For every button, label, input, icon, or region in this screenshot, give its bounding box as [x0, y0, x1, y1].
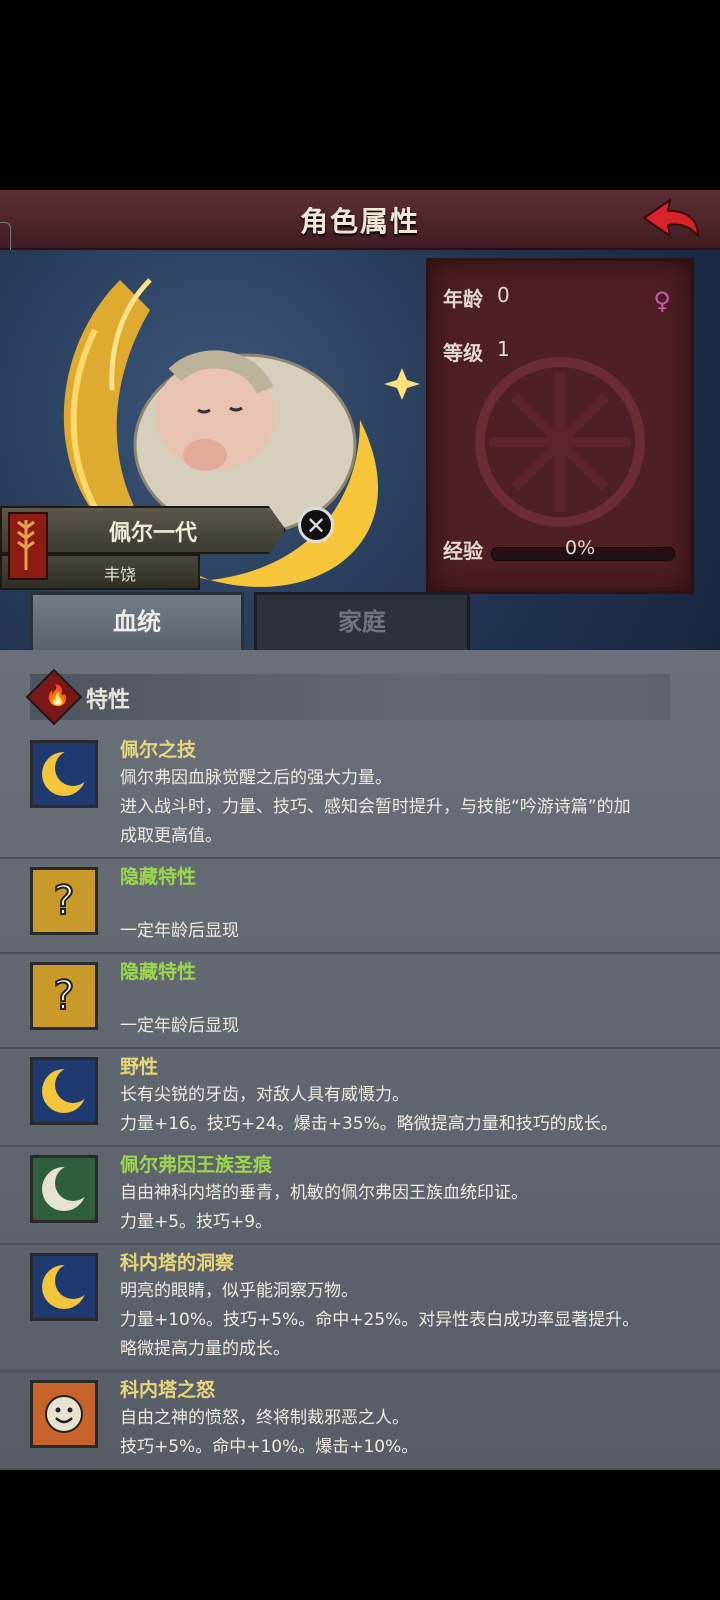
stats-panel: 年龄 0 ♀ 等级 1 经验 0%	[426, 258, 694, 594]
svg-text:?: ?	[53, 973, 74, 1019]
trait-row[interactable]: 科内塔的洞察明亮的眼睛，似乎能洞察万物。力量+10%。技巧+5%。命中+25%。…	[0, 1245, 720, 1372]
female-gender-icon: ♀	[653, 287, 671, 315]
trait-row[interactable]: 科内塔之怒自由之神的愤怒，终将制裁邪恶之人。 技巧+5%。命中+10%。爆击+10…	[0, 1372, 720, 1470]
trait-description: 明亮的眼睛，似乎能洞察万物。	[120, 1281, 358, 1301]
level-label: 等级	[443, 341, 483, 365]
celtic-knot-icon	[475, 357, 645, 527]
character-name: 佩尔一代	[108, 521, 197, 546]
smiley-sun-icon	[30, 1380, 98, 1448]
section-title: 特性	[86, 688, 131, 713]
moon-icon	[30, 740, 98, 808]
trait-name: 佩尔弗因王族圣痕	[120, 1154, 273, 1176]
trait-description: 进入战斗时，力量、技巧、感知会暂时提升，与技能“吟游诗篇”的加	[120, 797, 631, 817]
trait-description: 长有尖锐的牙齿，对敌人具有威慑力。	[120, 1085, 409, 1105]
trait-description: 略微提高力量的成长。	[120, 1339, 290, 1359]
exp-value: 0%	[565, 537, 596, 559]
tab-family[interactable]: 家庭	[254, 592, 470, 650]
trait-name: 隐藏特性	[120, 961, 197, 983]
question-icon: ?	[30, 867, 98, 935]
page-title: 角色属性	[299, 205, 420, 238]
character-title: 丰饶	[103, 565, 136, 584]
trait-description: 技巧+5%。命中+10%。爆击+10%。	[120, 1437, 419, 1457]
trait-name: 科内塔之怒	[120, 1379, 216, 1401]
top-bar: 角色属性	[0, 190, 720, 250]
tab-bar: 血统 家庭	[30, 592, 470, 650]
trait-list: 佩尔之技佩尔弗因血脉觉醒之后的强大力量。进入战斗时，力量、技巧、感知会暂时提升，…	[0, 732, 720, 1470]
wheat-crest-icon	[8, 512, 48, 580]
exp-label: 经验	[443, 539, 483, 563]
moon-icon	[30, 1253, 98, 1321]
close-button[interactable]: ✕	[298, 507, 334, 543]
trait-description: 力量+16。技巧+24。爆击+35%。略微提高力量和技巧的成长。	[120, 1114, 618, 1134]
level-value: 1	[497, 337, 510, 361]
trait-name: 野性	[120, 1056, 159, 1078]
trait-description: 力量+5。技巧+9。	[120, 1212, 273, 1232]
trait-name: 科内塔的洞察	[120, 1252, 235, 1274]
trait-name: 佩尔之技	[120, 739, 197, 761]
trait-description: 自由神科内塔的垂青，机敏的佩尔弗因王族血统印证。	[120, 1183, 528, 1203]
trait-description: 一定年龄后显现	[120, 921, 239, 941]
trait-description: 自由之神的愤怒，终将制裁邪恶之人。	[120, 1408, 409, 1428]
trait-row[interactable]: 野性长有尖锐的牙齿，对敌人具有威慑力。力量+16。技巧+24。爆击+35%。略微…	[0, 1049, 720, 1147]
trait-row[interactable]: 佩尔之技佩尔弗因血脉觉醒之后的强大力量。进入战斗时，力量、技巧、感知会暂时提升，…	[0, 732, 720, 859]
age-label: 年龄	[443, 287, 483, 311]
trait-description: 成取更高值。	[120, 826, 222, 846]
trait-description: 力量+10%。技巧+5%。命中+25%。对异性表白成功率显著提升。	[120, 1310, 640, 1330]
back-arrow-icon[interactable]	[640, 196, 702, 242]
svg-text:?: ?	[53, 878, 74, 924]
question-icon: ?	[30, 962, 98, 1030]
trait-row[interactable]: ? 隐藏特性一定年龄后显现	[0, 859, 720, 954]
trait-row[interactable]: 佩尔弗因王族圣痕自由神科内塔的垂青，机敏的佩尔弗因王族血统印证。 力量+5。技巧+…	[0, 1147, 720, 1245]
trait-row[interactable]: ? 隐藏特性一定年龄后显现	[0, 954, 720, 1049]
trait-name: 隐藏特性	[120, 866, 197, 888]
trait-description: 一定年龄后显现	[120, 1016, 239, 1036]
moon-icon	[30, 1057, 98, 1125]
age-value: 0	[497, 283, 510, 307]
section-header: 🔥 特性	[25, 668, 670, 726]
trait-description: 佩尔弗因血脉觉醒之后的强大力量。	[120, 768, 392, 788]
silver-moon-icon	[30, 1155, 98, 1223]
tab-bloodline[interactable]: 血统	[30, 592, 244, 650]
traits-scroll-area[interactable]: 🔥 特性 佩尔之技佩尔弗因血脉觉醒之后的强大力量。进入战斗时，力量、技巧、感知会…	[0, 650, 720, 1470]
